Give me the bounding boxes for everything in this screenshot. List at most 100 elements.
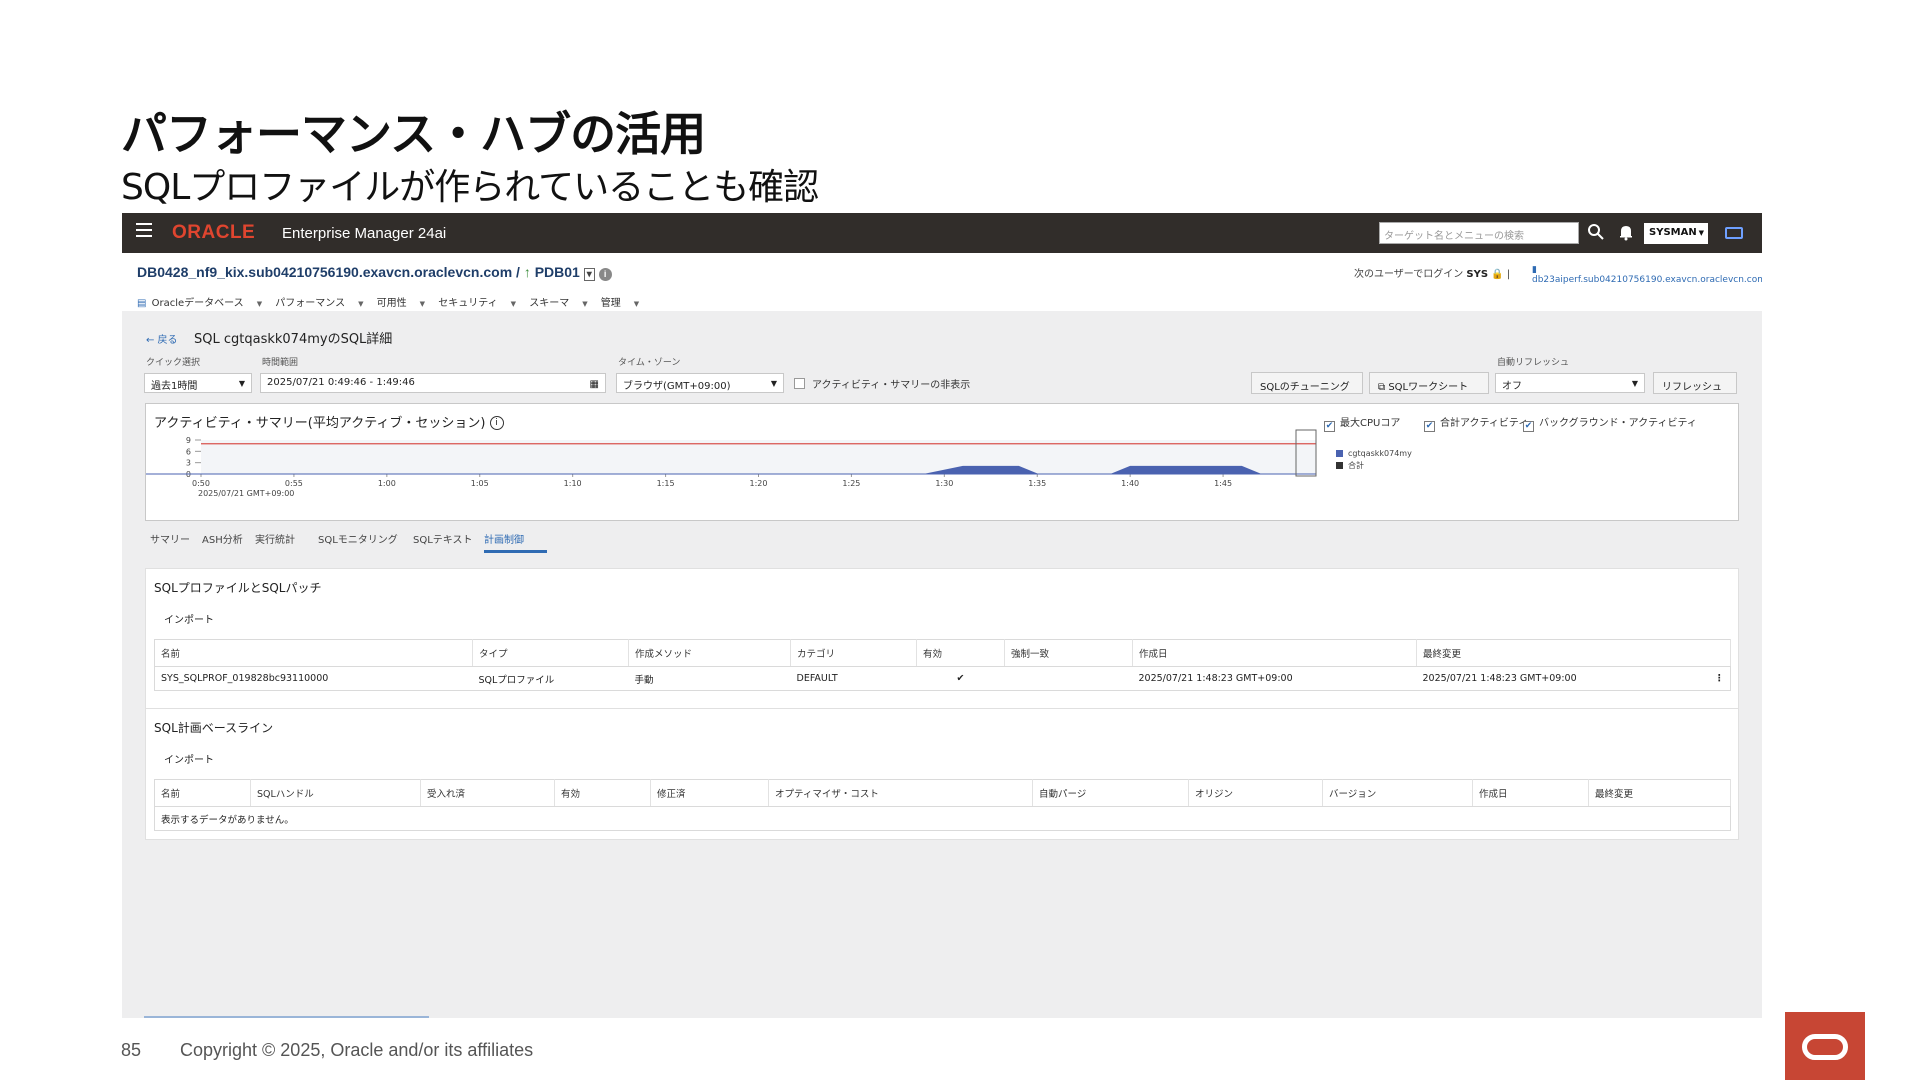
col-optimizer-cost[interactable]: オプティマイザ・コスト: [768, 779, 1033, 807]
table-header-row: 名前 SQLハンドル 受入れ済 有効 修正済 オプティマイザ・コスト 自動パージ…: [154, 779, 1731, 807]
menu-oracle-database[interactable]: Oracleデータベース ▼: [152, 298, 262, 309]
x-tick-label: 1:40: [1121, 479, 1139, 488]
x-tick-label: 1:15: [657, 479, 675, 488]
x-tick-label: 0:50: [192, 479, 210, 488]
col-type[interactable]: タイプ: [472, 639, 629, 667]
target-breadcrumb: DB0428_nf9_kix.sub04210756190.exavcn.ora…: [137, 264, 612, 281]
auto-refresh-dropdown[interactable]: オフ ▼: [1495, 373, 1645, 393]
login-prefix: 次のユーザーでログイン: [1354, 269, 1464, 280]
menu-performance[interactable]: パフォーマンス ▼: [275, 298, 363, 309]
target-menu-bar: ▤ Oracleデータベース ▼ パフォーマンス ▼ 可用性 ▼ セキュリティ ▼ スキ…: [137, 294, 649, 310]
col-category[interactable]: カテゴリ: [790, 639, 917, 667]
col-fixed[interactable]: 修正済: [650, 779, 769, 807]
section-title: SQL計画ベースライン: [154, 721, 274, 735]
legend-swatch: [1336, 450, 1343, 457]
hide-summary-label: アクティビティ・サマリーの非表示: [812, 380, 971, 391]
quick-select-label: クイック選択: [146, 358, 201, 368]
col-enabled[interactable]: 有効: [916, 639, 1005, 667]
col-accepted[interactable]: 受入れ済: [420, 779, 555, 807]
col-created[interactable]: 作成日: [1472, 779, 1589, 807]
col-auto-purge[interactable]: 自動パージ: [1032, 779, 1189, 807]
login-info: 次のユーザーでログイン SYS 🔒 |: [1354, 269, 1511, 280]
col-sql-handle[interactable]: SQLハンドル: [250, 779, 421, 807]
x-tick-label: 1:45: [1214, 479, 1232, 488]
em-screenshot: ORACLE Enterprise Manager 24ai ターゲット名とメニ…: [122, 213, 1762, 1018]
time-range-label: 時間範囲: [262, 358, 299, 368]
slide: パフォーマンス・ハブの活用 SQLプロファイルが作られていることも確認 ORAC…: [0, 0, 1920, 1080]
quick-select-dropdown[interactable]: 過去1時間 ▼: [144, 373, 252, 393]
tab-ash-analytics[interactable]: ASH分析: [202, 531, 243, 546]
user-menu-button[interactable]: SYSMAN ▼: [1644, 223, 1708, 244]
legend-label: cgtqaskk074my: [1348, 449, 1412, 458]
up-arrow-icon: ↑: [523, 264, 531, 280]
x-tick-label: 1:30: [935, 479, 953, 488]
host-link[interactable]: ▮ db23aiperf.sub04210756190.exavcn.oracl…: [1532, 265, 1762, 285]
col-modified[interactable]: 最終変更: [1416, 639, 1731, 667]
col-origin[interactable]: オリジン: [1188, 779, 1323, 807]
sql-tuning-button[interactable]: SQLのチューニング: [1251, 372, 1363, 394]
cell-method: 手動: [628, 666, 791, 691]
col-enabled[interactable]: 有効: [554, 779, 651, 807]
sql-profiles-section: SQLプロファイルとSQLパッチ インポート 名前 タイプ 作成メソッド カテゴ…: [145, 568, 1739, 710]
col-created[interactable]: 作成日: [1132, 639, 1417, 667]
menu-availability[interactable]: 可用性 ▼: [377, 298, 425, 309]
menu-administration[interactable]: 管理 ▼: [601, 298, 639, 309]
oracle-logo-badge: [1785, 1012, 1865, 1080]
row-actions-icon[interactable]: ⋮: [1715, 673, 1725, 684]
info-icon[interactable]: i: [598, 268, 612, 281]
search-icon[interactable]: [1587, 223, 1605, 241]
col-force[interactable]: 強制一致: [1004, 639, 1133, 667]
lock-icon: 🔒: [1491, 269, 1504, 280]
host-name: db23aiperf.sub04210756190.exavcn.oraclev…: [1532, 275, 1762, 285]
chevron-down-icon: ▼: [1698, 229, 1704, 237]
legend-swatch: [1336, 462, 1343, 469]
tab-sql-monitoring[interactable]: SQLモニタリング: [318, 531, 398, 546]
x-tick-label: 1:35: [1028, 479, 1046, 488]
tab-execution-stats[interactable]: 実行統計: [255, 531, 295, 546]
timezone-dropdown[interactable]: ブラウザ(GMT+09:00) ▼: [616, 373, 784, 393]
server-icon: ▮: [1532, 265, 1537, 275]
import-baselines-button[interactable]: インポート: [164, 751, 214, 766]
oracle-ring-icon: [1802, 1034, 1848, 1060]
oracle-logo[interactable]: ORACLE: [172, 222, 255, 244]
sql-worksheet-button[interactable]: ⧉ SQLワークシート: [1369, 372, 1489, 394]
col-method[interactable]: 作成メソッド: [628, 639, 791, 667]
x-tick-label: 1:25: [842, 479, 860, 488]
activity-chart: 96300:500:551:001:051:101:151:201:251:30…: [146, 429, 1412, 498]
login-user: SYS: [1466, 269, 1489, 280]
target-path-link[interactable]: DB0428_nf9_kix.sub04210756190.exavcn.ora…: [137, 264, 520, 280]
x-tick-label: 1:10: [564, 479, 582, 488]
search-input[interactable]: ターゲット名とメニューの検索: [1379, 222, 1579, 244]
section-title: SQLプロファイルとSQLパッチ: [154, 581, 322, 595]
hide-summary-checkbox[interactable]: [794, 378, 805, 389]
time-range-field[interactable]: 2025/07/21 0:49:46 - 1:49:46 ▦: [260, 373, 606, 393]
col-modified[interactable]: 最終変更: [1588, 779, 1731, 807]
apps-icon[interactable]: [1725, 227, 1743, 239]
cell-created: 2025/07/21 1:48:23 GMT+09:00: [1132, 666, 1417, 691]
slide-title: パフォーマンス・ハブの活用: [121, 107, 706, 161]
scrollbar[interactable]: [144, 1016, 429, 1018]
tab-plan-control[interactable]: 計画制御: [484, 531, 547, 553]
col-name[interactable]: 名前: [154, 779, 251, 807]
col-name[interactable]: 名前: [154, 639, 473, 667]
target-menu-icon[interactable]: ▾: [583, 268, 595, 281]
copyright: Copyright © 2025, Oracle and/or its affi…: [180, 1040, 534, 1060]
refresh-button[interactable]: リフレッシュ: [1653, 372, 1737, 394]
back-link[interactable]: ← 戻る: [146, 331, 178, 346]
hamburger-menu-icon[interactable]: [136, 223, 152, 237]
table-row[interactable]: SYS_SQLPROF_019828bc93110000 SQLプロファイル 手…: [154, 666, 1731, 691]
import-profiles-button[interactable]: インポート: [164, 611, 214, 626]
table-header-row: 名前 タイプ 作成メソッド カテゴリ 有効 強制一致 作成日 最終変更: [154, 639, 1731, 667]
tab-summary[interactable]: サマリー: [150, 531, 190, 546]
sql-plan-baselines-section: SQL計画ベースライン インポート 名前 SQLハンドル 受入れ済 有効 修正済…: [145, 708, 1739, 840]
menu-security[interactable]: セキュリティ ▼: [438, 298, 516, 309]
pdb-link[interactable]: PDB01: [535, 264, 580, 280]
bell-icon[interactable]: [1617, 223, 1635, 241]
timezone-label: タイム・ゾーン: [618, 358, 681, 368]
dropdown-caret-icon: ▼: [1631, 379, 1638, 388]
empty-message: 表示するデータがありません。: [154, 806, 1731, 831]
col-version[interactable]: バージョン: [1322, 779, 1473, 807]
calendar-icon[interactable]: ▦: [590, 379, 599, 390]
tab-sql-text[interactable]: SQLテキスト: [413, 531, 473, 546]
menu-schema[interactable]: スキーマ ▼: [529, 298, 587, 309]
